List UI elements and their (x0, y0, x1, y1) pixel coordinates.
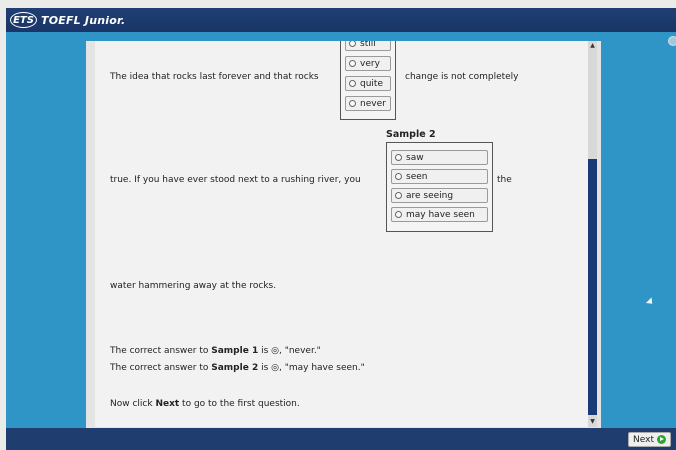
radio-icon (395, 154, 402, 161)
radio-icon (395, 173, 402, 180)
next-instruction: Now click Next to go to the first questi… (110, 399, 300, 409)
footer-bar: Next (6, 428, 676, 450)
brand-title: TOEFL Junior. (41, 13, 126, 27)
passage-line-1-end: change is not completely (405, 72, 519, 82)
next-arrow-icon (657, 435, 666, 444)
sample-1-option-c[interactable]: quite (345, 76, 391, 91)
radio-icon (349, 80, 356, 87)
radio-icon (395, 211, 402, 218)
test-panel: The idea that rocks last forever and tha… (86, 41, 601, 437)
ets-logo-mark: ETS (10, 12, 37, 28)
ets-logo: ETS TOEFL Junior. (10, 11, 125, 29)
answer-sample-2: The correct answer to Sample 2 is ◎, "ma… (110, 363, 365, 373)
sample-1-option-d[interactable]: never (345, 96, 391, 111)
sample-2-option-d[interactable]: may have seen (391, 207, 488, 222)
sample-2-option-a[interactable]: saw (391, 150, 488, 165)
radio-icon (349, 60, 356, 67)
top-bar: ETS TOEFL Junior. (6, 8, 676, 32)
sample-2-option-c[interactable]: are seeing (391, 188, 488, 203)
radio-icon (349, 41, 356, 47)
scrollbar[interactable]: ▲ ▼ (588, 41, 597, 427)
screen: ETS TOEFL Junior. The idea that rocks la… (6, 8, 676, 450)
passage-line-2-start: true. If you have ever stood next to a r… (110, 175, 361, 185)
help-icon[interactable] (668, 36, 676, 46)
sample-1-choices: still very quite never (340, 41, 396, 120)
sample-2-option-b[interactable]: seen (391, 169, 488, 184)
passage-area: The idea that rocks last forever and tha… (95, 41, 588, 427)
passage-line-2-end: the (497, 175, 512, 185)
answer-sample-1: The correct answer to Sample 1 is ◎, "ne… (110, 346, 321, 356)
sample-2-label: Sample 2 (386, 129, 436, 140)
scroll-up-arrow-icon[interactable]: ▲ (588, 41, 597, 51)
radio-icon (349, 100, 356, 107)
sample-1-option-a[interactable]: still (345, 41, 391, 51)
sample-2-choices: saw seen are seeing may have seen (386, 142, 493, 232)
passage-line-3: water hammering away at the rocks. (110, 281, 277, 291)
scroll-down-arrow-icon[interactable]: ▼ (588, 417, 597, 427)
next-button[interactable]: Next (628, 432, 671, 447)
radio-icon (395, 192, 402, 199)
scroll-thumb[interactable] (588, 159, 597, 415)
sample-1-option-b[interactable]: very (345, 56, 391, 71)
monitor-bezel: ETS TOEFL Junior. The idea that rocks la… (0, 0, 676, 450)
passage-line-1-start: The idea that rocks last forever and tha… (110, 72, 319, 82)
